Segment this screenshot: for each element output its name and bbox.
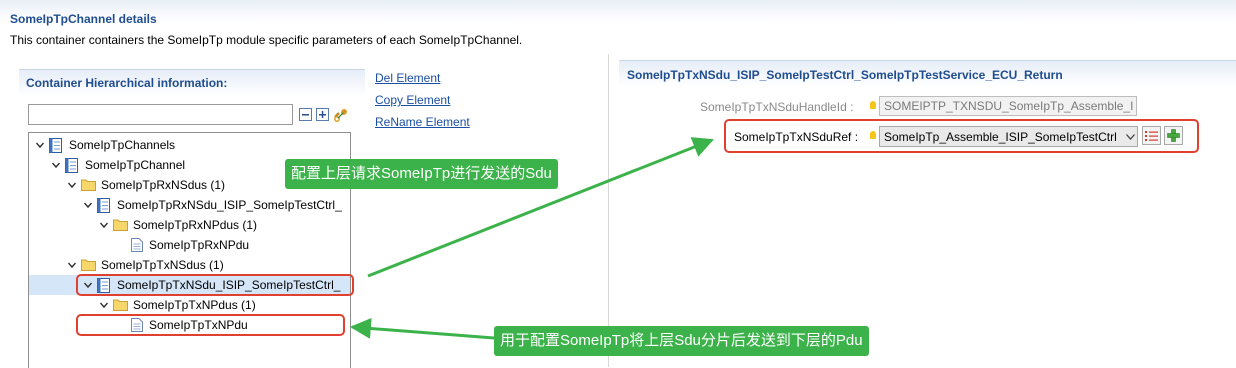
- rename-element-link[interactable]: ReName Element: [375, 115, 470, 129]
- chevron-down-icon[interactable]: [35, 140, 45, 150]
- folder-icon: [113, 299, 128, 311]
- page-title: SomeIpTpChannel details: [10, 12, 157, 26]
- callout-pdu: 用于配置SomeIpTp将上层Sdu分片后发送到下层的Pdu: [494, 326, 869, 356]
- document-icon: [131, 238, 143, 252]
- page-description: This container containers the SomeIpTp m…: [10, 33, 523, 47]
- chevron-down-icon[interactable]: [99, 300, 109, 310]
- chevron-down-icon[interactable]: [51, 160, 61, 170]
- tree-item[interactable]: SomeIpTpTxNSdus (1): [29, 255, 350, 275]
- container-icon: [97, 198, 110, 213]
- tree-item-label: SomeIpTpRxNPdus (1): [133, 218, 258, 232]
- container-icon: [65, 158, 78, 173]
- tree-item-label: SomeIpTpRxNSdu_ISIP_SomeIpTestCtrl_: [117, 198, 342, 212]
- tree-item[interactable]: SomeIpTpRxNPdus (1): [29, 215, 350, 235]
- hierarchy-title: Container Hierarchical information:: [26, 76, 228, 90]
- folder-icon: [81, 259, 96, 271]
- handle-id-field: SOMEIPTP_TXNSDU_SomeIpTp_Assemble_I: [879, 96, 1137, 116]
- tree-item[interactable]: SomeIpTpRxNSdu_ISIP_SomeIpTestCtrl_: [29, 195, 350, 215]
- chevron-down-icon[interactable]: [99, 220, 109, 230]
- tree-item[interactable]: SomeIpTpTxNPdus (1): [29, 295, 350, 315]
- ref-highlight: [724, 119, 1199, 153]
- handle-id-label: SomeIpTpTxNSduHandleId :: [700, 100, 854, 114]
- del-element-link[interactable]: Del Element: [375, 71, 440, 85]
- arrow-to-txnpdu: [349, 317, 495, 340]
- tree-item-label: SomeIpTpRxNSdus (1): [101, 178, 226, 192]
- callout-ref: 配置上层请求SomeIpTp进行发送的Sdu: [285, 159, 558, 189]
- tree-item-label: SomeIpTpTxNPdus (1): [133, 298, 256, 312]
- tree-item[interactable]: SomeIpTpRxNPdu: [29, 235, 350, 255]
- tree-item-label: SomeIpTpChannel: [85, 158, 186, 172]
- chevron-down-icon[interactable]: [83, 200, 93, 210]
- expand-all-icon[interactable]: [316, 108, 329, 121]
- tree-item-label: SomeIpTpTxNSdus (1): [101, 258, 224, 272]
- chevron-down-icon[interactable]: [67, 260, 77, 270]
- copy-element-link[interactable]: Copy Element: [375, 93, 450, 107]
- txnsdu-highlight: [76, 274, 354, 296]
- link-editor-icon[interactable]: [333, 108, 348, 122]
- collapse-all-icon[interactable]: [299, 108, 312, 121]
- tree-item-label: SomeIpTpRxNPdu: [149, 238, 250, 252]
- tree-filter-input[interactable]: [28, 104, 293, 125]
- folder-icon: [81, 179, 96, 191]
- txnpdu-highlight: [76, 314, 345, 336]
- pane-divider[interactable]: [608, 54, 609, 367]
- chevron-down-icon[interactable]: [67, 180, 77, 190]
- container-icon: [49, 138, 62, 153]
- tree-item-label: SomeIpTpChannels: [69, 138, 176, 152]
- details-title: SomeIpTpTxNSdu_ISIP_SomeIpTestCtrl_SomeI…: [627, 68, 1063, 82]
- info-bulb-icon: [870, 101, 876, 109]
- tree-item[interactable]: SomeIpTpChannels: [29, 135, 350, 155]
- folder-icon: [113, 219, 128, 231]
